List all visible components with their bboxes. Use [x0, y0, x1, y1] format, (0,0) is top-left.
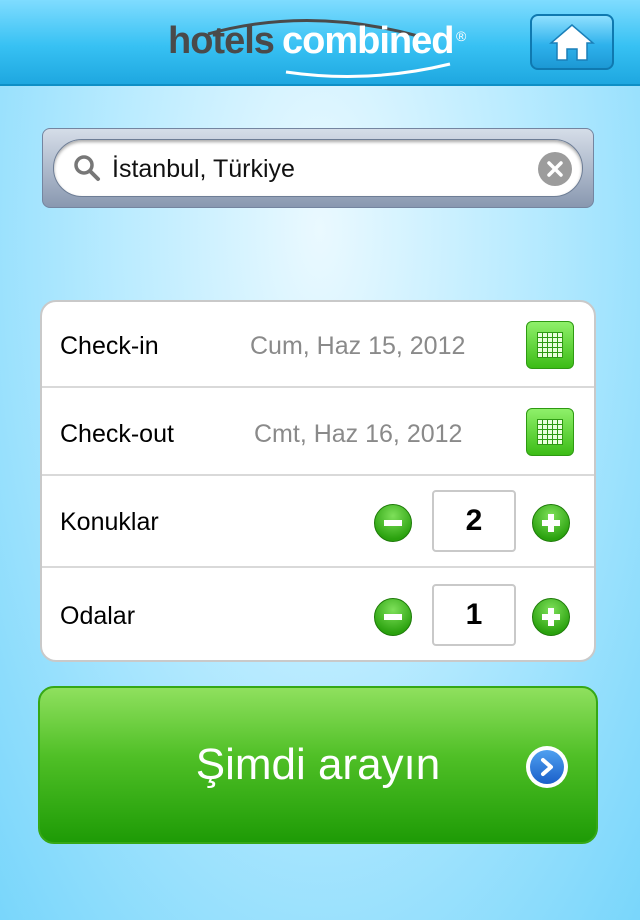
guests-count[interactable]: 2	[432, 490, 516, 552]
search-now-label: Şimdi arayın	[195, 740, 441, 789]
checkin-date[interactable]: Cum, Haz 15, 2012	[250, 332, 465, 361]
guests-increase-button[interactable]	[532, 504, 570, 542]
rooms-decrease-button[interactable]	[374, 598, 412, 636]
clear-search-button[interactable]	[538, 152, 572, 186]
guests-row: Konuklar 2	[42, 476, 594, 568]
clear-icon	[547, 161, 563, 177]
calendar-icon	[537, 419, 563, 445]
rooms-label: Odalar	[60, 602, 136, 630]
logo-text-combined: combined	[282, 20, 454, 62]
logo-text-hotels: hotels	[168, 20, 275, 62]
booking-form: Check-in Cum, Haz 15, 2012 Check-out Cmt…	[40, 300, 596, 662]
search-bar: İstanbul, Türkiye	[42, 128, 594, 208]
hotelscombined-logo: hotels combined ®	[168, 14, 478, 80]
chevron-right-icon	[526, 746, 568, 788]
guests-label: Konuklar	[60, 508, 159, 536]
checkin-label: Check-in	[60, 332, 159, 360]
plus-icon	[542, 608, 560, 626]
checkout-row[interactable]: Check-out Cmt, Haz 16, 2012	[42, 388, 594, 476]
calendar-icon	[537, 332, 563, 358]
rooms-row: Odalar 1	[42, 568, 594, 660]
minus-icon	[384, 520, 402, 526]
logo-registered-mark: ®	[456, 28, 467, 44]
home-button[interactable]	[530, 14, 614, 70]
search-input-value: İstanbul, Türkiye	[112, 155, 295, 183]
checkout-calendar-button[interactable]	[526, 408, 574, 456]
checkout-date[interactable]: Cmt, Haz 16, 2012	[254, 420, 462, 449]
search-now-button[interactable]: Şimdi arayın	[38, 686, 598, 844]
rooms-increase-button[interactable]	[532, 598, 570, 636]
checkin-calendar-button[interactable]	[526, 321, 574, 369]
plus-icon	[542, 514, 560, 532]
rooms-count[interactable]: 1	[432, 584, 516, 646]
destination-search-input[interactable]: İstanbul, Türkiye	[53, 139, 583, 197]
checkout-label: Check-out	[60, 420, 174, 448]
home-icon	[549, 24, 595, 61]
search-icon	[74, 155, 100, 181]
guests-decrease-button[interactable]	[374, 504, 412, 542]
top-bar: hotels combined ®	[0, 0, 640, 86]
minus-icon	[384, 614, 402, 620]
checkin-row[interactable]: Check-in Cum, Haz 15, 2012	[42, 302, 594, 388]
